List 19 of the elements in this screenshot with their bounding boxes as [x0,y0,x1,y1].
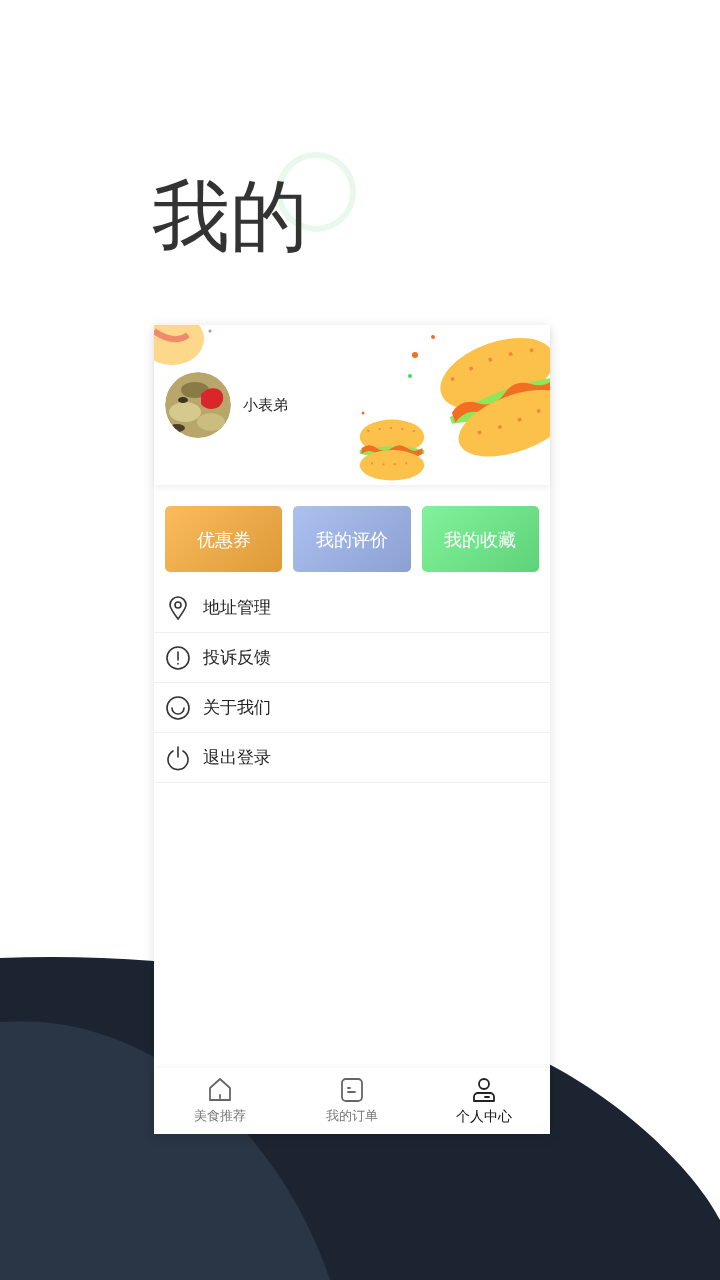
alert-icon [165,644,191,671]
user-icon [470,1075,498,1104]
hotdog-drawing [154,325,214,367]
tab-item[interactable]: 美食推荐 [154,1068,286,1134]
menu-item[interactable]: 地址管理 [154,583,550,633]
tab-item[interactable]: 我的订单 [286,1068,418,1134]
power-icon [165,744,191,771]
page-heading: 我的 [152,170,308,263]
menu-item[interactable]: 投诉反馈 [154,633,550,683]
menu-item[interactable]: 退出登录 [154,733,550,783]
menu-label: 关于我们 [203,695,271,719]
menu-item[interactable]: 关于我们 [154,683,550,733]
menu-label: 地址管理 [203,595,271,619]
menu-label: 退出登录 [203,745,271,769]
menu-label: 投诉反馈 [203,645,271,669]
user-name: 小表弟 [243,394,288,416]
smile-icon [165,694,191,721]
tab-item[interactable]: 个人中心 [418,1068,550,1134]
document-icon [338,1076,366,1105]
